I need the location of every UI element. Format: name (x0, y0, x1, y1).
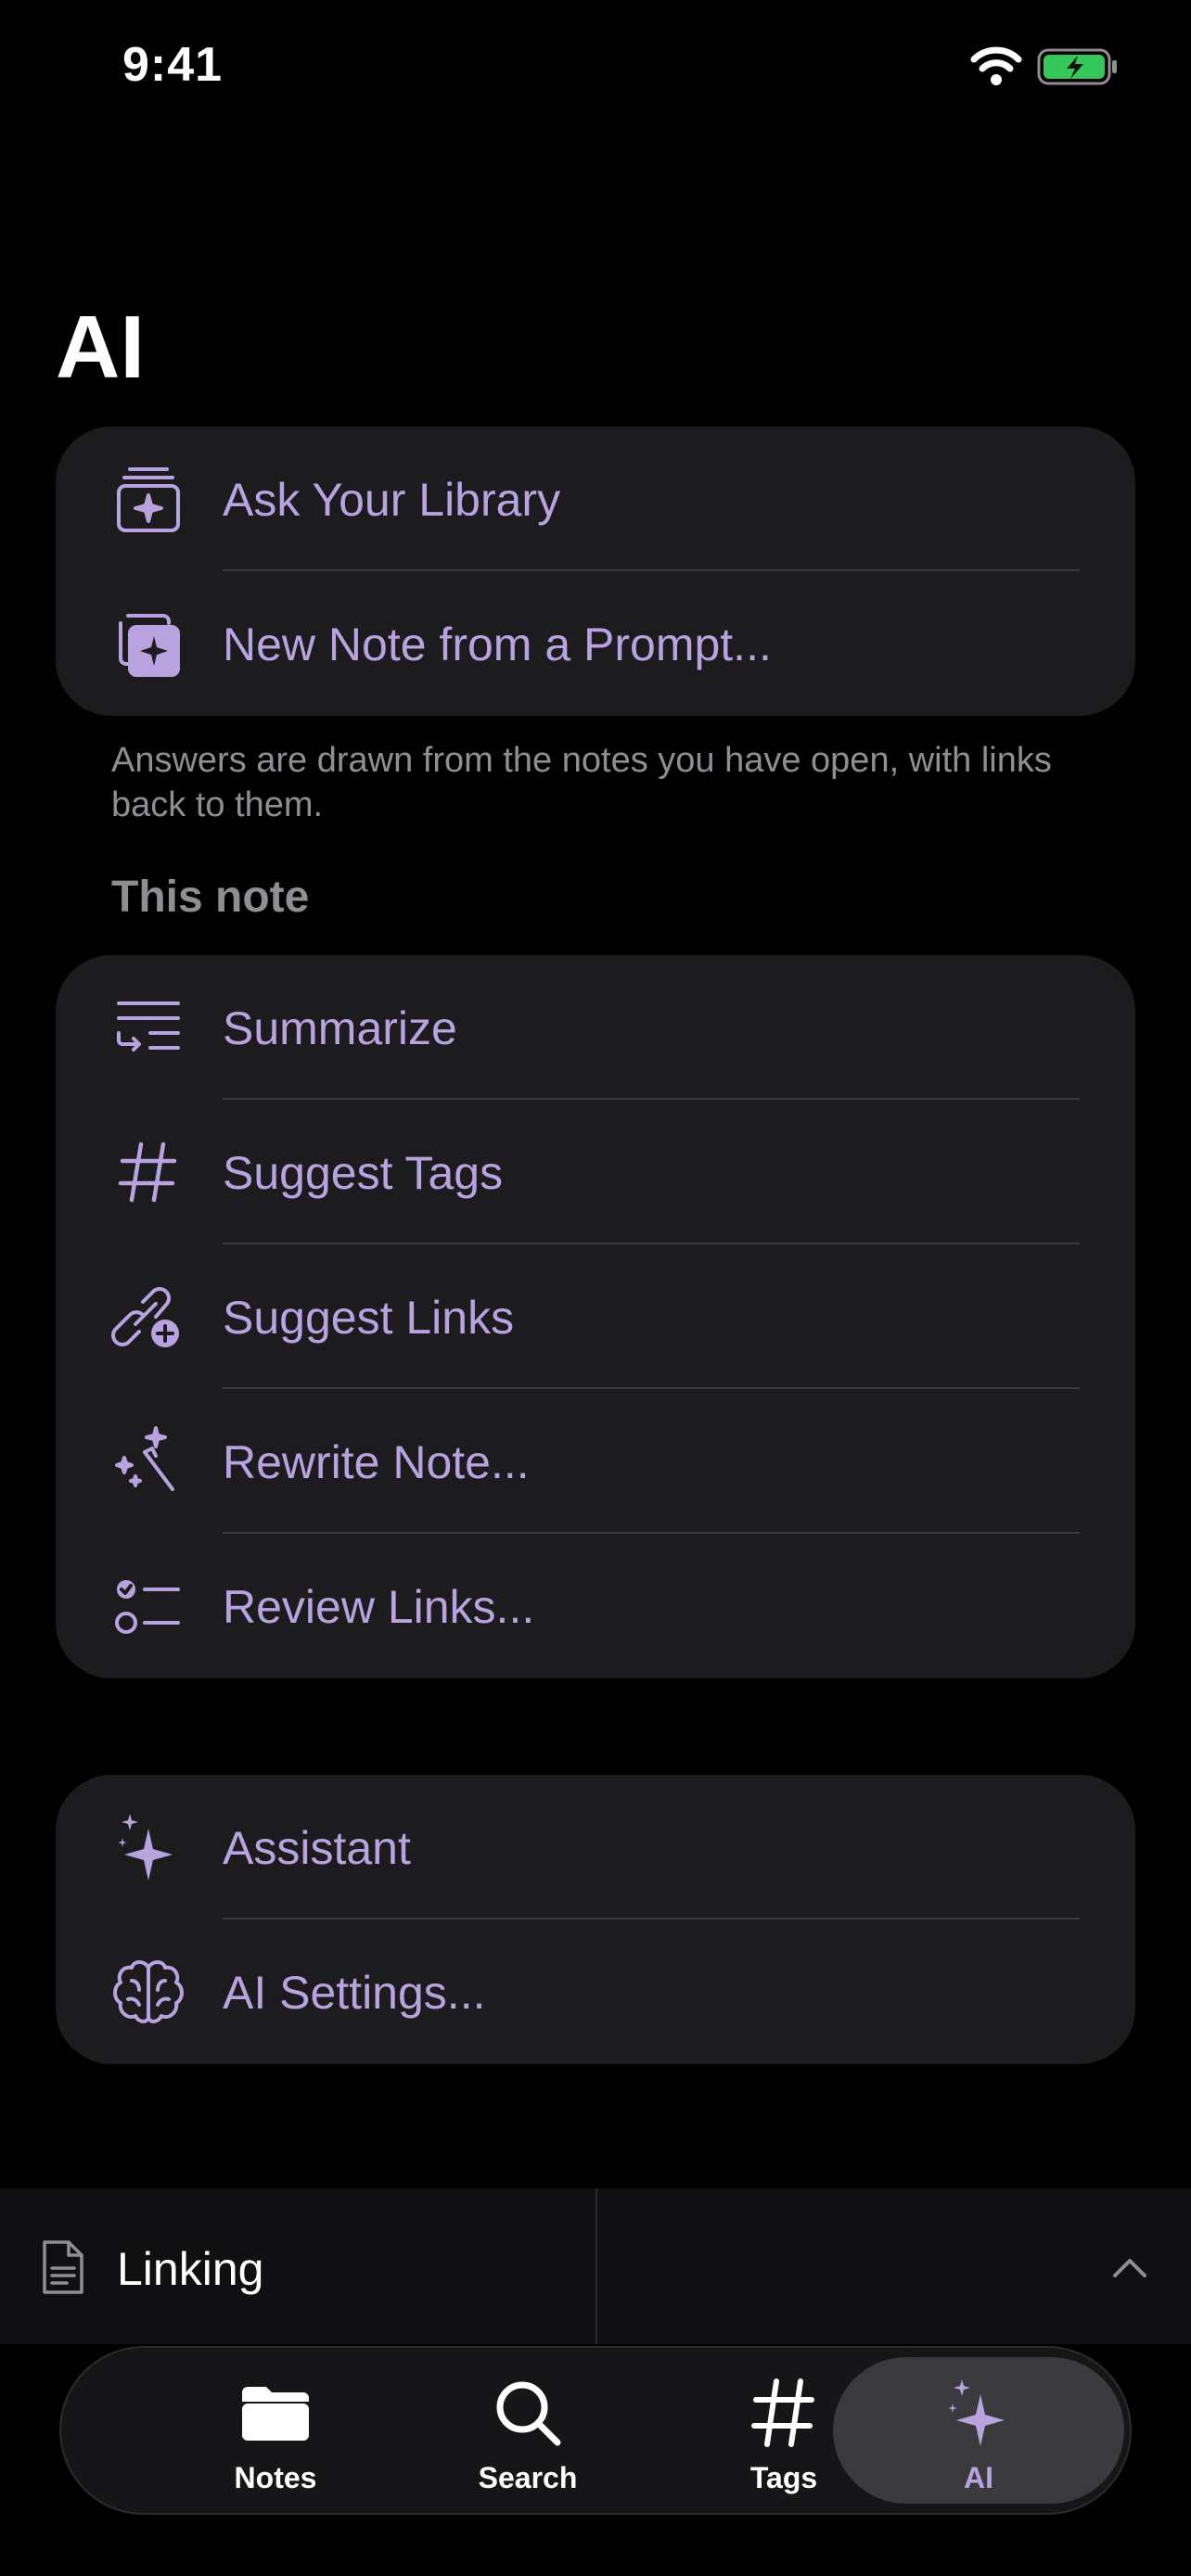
summarize-button[interactable]: Summarize (56, 955, 1135, 1100)
review-links-button[interactable]: Review Links... (56, 1534, 1135, 1678)
wifi-icon (970, 45, 1022, 85)
status-bar: 9:41 (0, 0, 1191, 130)
sparkles-icon (940, 2374, 1018, 2452)
rewrite-note-label: Rewrite Note... (223, 1436, 530, 1488)
status-time: 9:41 (122, 38, 224, 92)
suggest-tags-label: Suggest Tags (223, 1147, 504, 1199)
assistant-label: Assistant (223, 1822, 411, 1874)
tab-search-label: Search (478, 2461, 578, 2494)
tab-search[interactable]: Search (403, 2348, 653, 2513)
ask-your-library-button[interactable]: Ask Your Library (56, 427, 1135, 571)
chevron-up-icon[interactable] (1109, 2248, 1150, 2285)
hashtag-icon (745, 2374, 823, 2452)
rewrite-note-button[interactable]: Rewrite Note... (56, 1389, 1135, 1534)
tab-ai[interactable]: AI (833, 2357, 1124, 2504)
library-sparkle-icon (111, 462, 186, 536)
summarize-label: Summarize (223, 1002, 457, 1054)
suggest-links-button[interactable]: Suggest Links (56, 1244, 1135, 1389)
tab-bar: Notes Search Tags AI (59, 2346, 1132, 2515)
ai-settings-label: AI Settings... (223, 1967, 486, 2019)
tab-ai-label: AI (964, 2461, 993, 2494)
new-note-from-prompt-label: New Note from a Prompt... (223, 618, 772, 670)
new-note-sparkle-icon (111, 606, 186, 681)
linking-label: Linking (117, 2243, 264, 2295)
library-footnote: Answers are drawn from the notes you hav… (111, 741, 1052, 824)
magic-wand-icon (111, 1424, 186, 1498)
new-note-from-prompt-button[interactable]: New Note from a Prompt... (56, 571, 1135, 716)
suggest-tags-button[interactable]: Suggest Tags (56, 1100, 1135, 1244)
tab-notes-label: Notes (234, 2461, 317, 2494)
review-links-label: Review Links... (223, 1581, 535, 1633)
tab-notes[interactable]: Notes (150, 2348, 401, 2513)
document-icon (39, 2238, 87, 2296)
hashtag-icon (111, 1135, 186, 1209)
sparkles-icon (111, 1810, 186, 1884)
ai-settings-button[interactable]: AI Settings... (56, 1919, 1135, 2064)
suggest-links-label: Suggest Links (223, 1292, 515, 1344)
checklist-icon (111, 1569, 186, 1643)
brain-icon (111, 1955, 186, 2029)
link-plus-icon (111, 1280, 186, 1354)
assistant-button[interactable]: Assistant (56, 1775, 1135, 1919)
assistant-card: Assistant AI Settings... (56, 1775, 1135, 2064)
page-title: AI (56, 298, 145, 397)
this-note-header: This note (111, 873, 310, 922)
summarize-icon (111, 990, 186, 1065)
this-note-card: Summarize Suggest Tags Suggest Links Rew… (56, 955, 1135, 1678)
library-card: Ask Your Library New Note from a Prompt.… (56, 427, 1135, 716)
folder-icon (237, 2374, 314, 2452)
ask-your-library-label: Ask Your Library (223, 474, 561, 526)
magnifier-icon (489, 2374, 567, 2452)
linking-divider (596, 2188, 597, 2344)
linking-bar[interactable]: Linking (0, 2188, 1191, 2344)
battery-icon (1037, 48, 1119, 85)
